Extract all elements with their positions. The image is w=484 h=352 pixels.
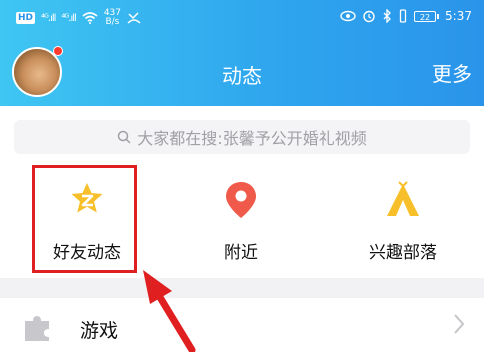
tile-nearby[interactable]: 附近 <box>186 170 296 270</box>
search-placeholder: 大家都在搜:张馨予公开婚礼视频 <box>137 129 367 148</box>
puzzle-icon <box>25 316 49 341</box>
status-bar: HD ⁴ᴳ.ıll ⁴ᴳ.ıll 437 B/s 22 5:37 <box>0 0 484 36</box>
signal-icon-2: ⁴ᴳ.ıll <box>61 12 76 24</box>
bluetooth-icon <box>383 9 391 23</box>
main-content: 大家都在搜:张馨予公开婚礼视频 好友动态 附近 兴趣部落 游戏 <box>0 106 484 352</box>
search-icon <box>118 130 131 144</box>
list-item-games[interactable]: 游戏 <box>0 298 484 352</box>
app-header: HD ⁴ᴳ.ıll ⁴ᴳ.ıll 437 B/s 22 5:37 动态 更多 <box>0 0 484 106</box>
signal-icon: ⁴ᴳ.ıll <box>41 12 56 24</box>
list-item-label: 游戏 <box>80 320 119 342</box>
clock: 5:37 <box>445 9 472 23</box>
tile-label-nearby: 附近 <box>224 243 258 263</box>
net-speed-unit: B/s <box>105 17 120 27</box>
search-bar[interactable]: 大家都在搜:张馨予公开婚礼视频 <box>14 120 470 154</box>
title-row: 动态 更多 <box>0 40 484 104</box>
eye-icon <box>340 10 356 22</box>
tile-interest-tribe[interactable]: 兴趣部落 <box>348 170 458 270</box>
more-button[interactable]: 更多 <box>432 58 472 87</box>
chevron-right-icon <box>454 314 465 334</box>
vibrate-icon <box>399 9 407 23</box>
tile-label-interest-tribe: 兴趣部落 <box>369 243 437 263</box>
tile-friend-feed[interactable]: 好友动态 <box>32 170 142 270</box>
page-title: 动态 <box>222 64 262 88</box>
alarm-icon <box>363 10 375 23</box>
friend-star-icon <box>71 183 103 213</box>
net-speed: 437 B/s <box>104 9 121 27</box>
location-pin-icon <box>226 182 256 218</box>
missed-call-icon <box>127 12 141 24</box>
wifi-icon <box>82 12 98 24</box>
notification-dot <box>53 46 63 56</box>
tile-label-friend-feed: 好友动态 <box>53 243 121 263</box>
hd-badge: HD <box>16 12 36 24</box>
tent-icon <box>387 181 419 216</box>
section-divider <box>0 278 484 298</box>
battery-icon: 22 <box>414 10 440 22</box>
battery-level: 22 <box>414 10 437 22</box>
